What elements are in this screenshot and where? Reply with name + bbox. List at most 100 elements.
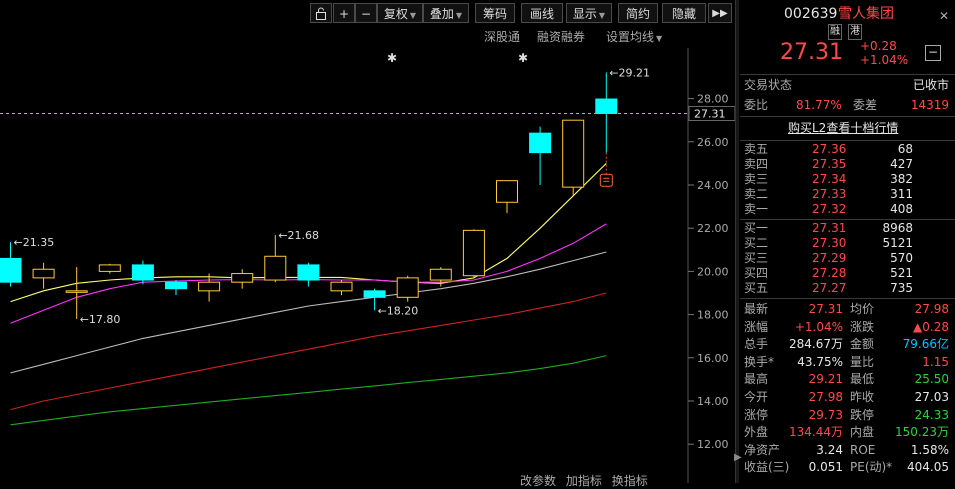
candle-body[interactable] (165, 281, 187, 290)
book-volume: 735 (890, 281, 913, 295)
fuquan-dropdown[interactable]: 复权 ▼ (377, 3, 423, 23)
double-chevron-right-icon: ▶▶ (712, 8, 728, 19)
l2-purchase-link[interactable]: 购买L2查看十档行情 (788, 121, 898, 136)
add-indicator-button[interactable]: 加指标 (566, 474, 602, 488)
book-volume: 408 (890, 202, 913, 216)
book-volume: 570 (890, 251, 913, 265)
switch-indicator-button[interactable]: 换指标 (612, 474, 648, 488)
book-level-label: 买二 (744, 236, 769, 250)
stats-row: 收益(三) 0.051 PE(动)* 404.05 (740, 460, 955, 475)
book-price: 27.27 (812, 281, 847, 295)
candle-body[interactable] (131, 264, 154, 281)
candle-body[interactable] (297, 264, 320, 281)
chouma-button[interactable]: 筹码 (475, 3, 515, 23)
bid-row[interactable]: 买四 27.28 521 (740, 266, 955, 281)
candle-body[interactable] (396, 277, 419, 298)
ask-row[interactable]: 卖四 27.35 427 (740, 157, 955, 172)
zoom-out-button[interactable]: − (355, 3, 377, 23)
candle-body[interactable] (462, 229, 485, 277)
price-change-pct: +1.04% (860, 53, 909, 67)
event-marker-icon[interactable] (599, 173, 613, 187)
event-star-icon[interactable]: ✱ (387, 51, 397, 65)
stat-label: 内盘 (850, 425, 875, 440)
panel-divider[interactable] (735, 0, 739, 483)
ma-settings-label: 设置均线 (606, 30, 655, 44)
candle-body[interactable] (231, 273, 254, 283)
bid-row[interactable]: 买二 27.30 5121 (740, 236, 955, 251)
jianyue-button[interactable]: 简约 (618, 3, 658, 23)
candle-body[interactable] (198, 281, 221, 292)
lock-button[interactable] (310, 3, 332, 23)
change-params-button[interactable]: 改参数 (520, 474, 556, 488)
stat-label: 今开 (744, 390, 769, 404)
stats-row: 最新 27.31 均价 27.98 (740, 302, 955, 317)
book-price: 27.34 (812, 172, 847, 186)
book-volume: 311 (890, 187, 913, 201)
stats-row: 今开 27.98 昨收 27.03 (740, 390, 955, 405)
stat-value: 29.73 (808, 407, 843, 422)
candle-body[interactable] (65, 290, 88, 293)
quote-panel: 002639 雪人集团 ✕ 融 港 27.31 +0.28 +1.04% − 交… (740, 0, 955, 483)
xianshi-dropdown[interactable]: 显示 ▼ (566, 3, 612, 23)
stat-label: 跌停 (850, 407, 875, 422)
book-volume: 521 (890, 266, 913, 280)
book-volume: 5121 (882, 236, 913, 250)
y-tick-label: 18.00 (697, 309, 729, 322)
rongzi-link[interactable]: 融资融券 (537, 28, 585, 45)
candle-body[interactable] (429, 268, 452, 281)
candle-body[interactable] (330, 281, 353, 292)
minus-toggle-button[interactable]: − (925, 45, 941, 61)
book-level-label: 卖一 (744, 202, 769, 216)
candle-body[interactable] (264, 255, 287, 281)
y-tick-label: 14.00 (697, 395, 729, 408)
stat-label: 收益(三) (744, 460, 790, 475)
ask-row[interactable]: 卖一 27.32 408 (740, 202, 955, 217)
shenfutong-link[interactable]: 深股通 (484, 28, 520, 45)
price-change: +0.28 (860, 39, 897, 53)
stat-label: 最低 (850, 372, 875, 387)
ask-row[interactable]: 卖二 27.33 311 (740, 187, 955, 202)
stat-value: 79.66亿 (902, 337, 949, 352)
zoom-in-button[interactable]: + (333, 3, 355, 23)
stats-row: 涨停 29.73 跌停 24.33 (740, 408, 955, 423)
y-tick-label: 24.00 (697, 179, 729, 192)
yincang-button[interactable]: 隐藏 (662, 3, 706, 23)
stat-value: +1.04% (794, 319, 843, 334)
ask-row[interactable]: 卖三 27.34 382 (740, 172, 955, 187)
ask-row[interactable]: 卖五 27.36 68 (740, 142, 955, 157)
badge-gang[interactable]: 港 (848, 24, 862, 40)
stat-label: 均价 (850, 302, 875, 316)
current-price-label: 27.31 (694, 108, 726, 121)
stat-value: 27.31 (808, 302, 843, 316)
bid-row[interactable]: 买一 27.31 8968 (740, 221, 955, 236)
bid-row[interactable]: 买三 27.29 570 (740, 251, 955, 266)
book-level-label: 买五 (744, 281, 769, 295)
diejia-dropdown[interactable]: 叠加 ▼ (423, 3, 469, 23)
candle-body[interactable] (496, 180, 518, 203)
kline-chart[interactable]: 28.00 26.00 24.00 22.00 20.00 18.00 16.00 14.00… (0, 48, 735, 483)
candle-body[interactable] (363, 290, 386, 298)
bid-row[interactable]: 买五 27.27 735 (740, 281, 955, 296)
trade-status-label: 交易状态 (744, 78, 793, 92)
stat-label: 总手 (744, 337, 769, 352)
stat-label: 换手* (744, 354, 775, 369)
event-star-icon[interactable]: ✱ (518, 51, 528, 65)
trade-status-value: 已收市 (912, 78, 949, 92)
expand-button[interactable]: ▶▶ (708, 3, 732, 23)
stat-label: 量比 (850, 354, 875, 369)
close-panel-button[interactable]: ✕ (939, 9, 949, 23)
stat-label: 最高 (744, 372, 769, 387)
candle-body[interactable] (595, 98, 618, 114)
candle-body[interactable] (32, 268, 55, 279)
candle-body[interactable] (529, 132, 552, 154)
weicha-label: 委差 (853, 98, 878, 112)
huaxian-button[interactable]: 画线 (521, 3, 563, 23)
indicator-subbar: 深股通 融资融券 设置均线 ▼ (0, 28, 735, 48)
diejia-label: 叠加 (429, 7, 454, 21)
candle-body[interactable] (562, 119, 585, 188)
candle-body[interactable] (98, 264, 121, 272)
price-annotation: ←21.68 (278, 229, 319, 242)
badge-rong[interactable]: 融 (828, 24, 842, 40)
ma-settings-dropdown[interactable]: 设置均线 ▼ (606, 28, 662, 45)
candle-body[interactable] (0, 257, 22, 283)
